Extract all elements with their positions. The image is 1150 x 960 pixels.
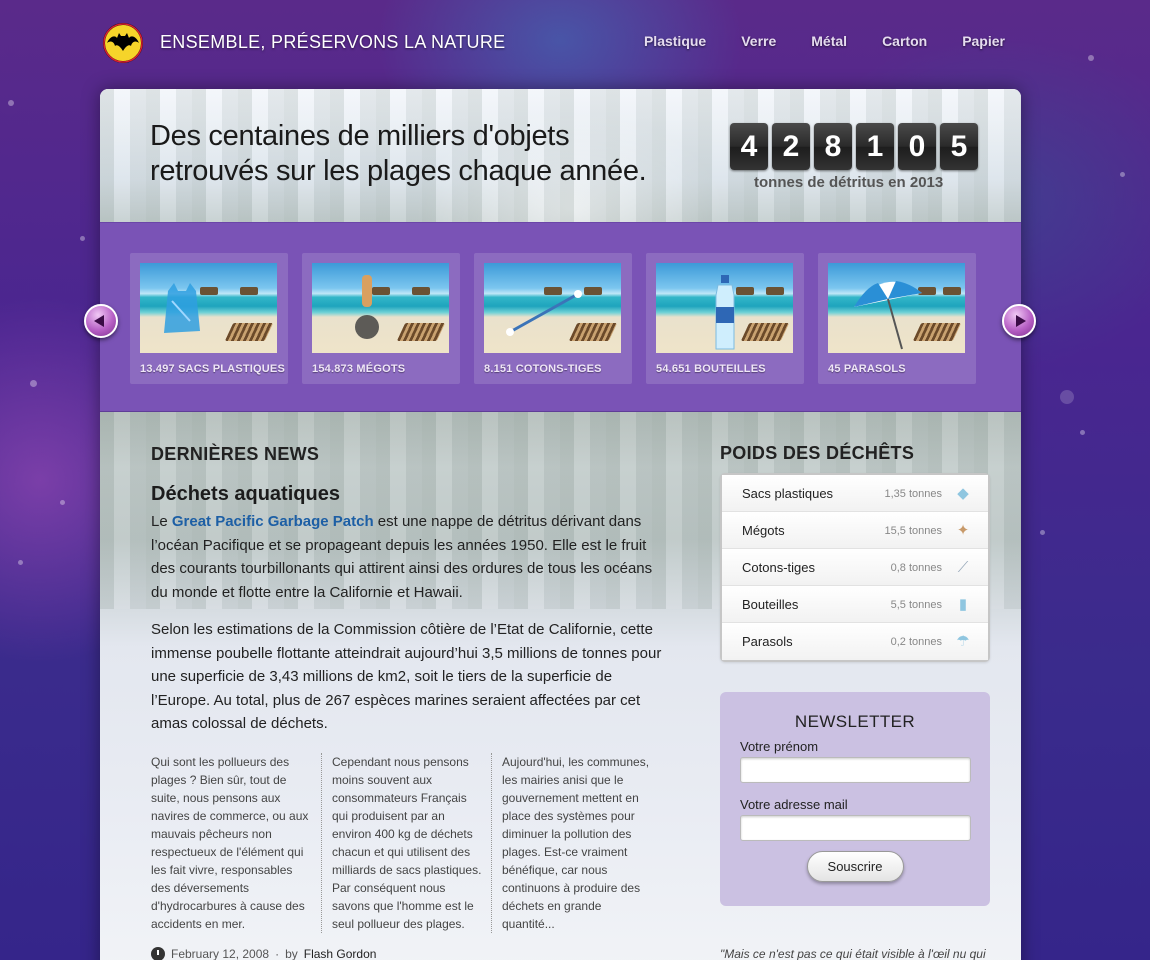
carousel-caption: 154.873 MÉGOTS — [312, 363, 406, 375]
weight-value: 5,5 tonnes — [890, 599, 942, 611]
weight-label: Cotons-tiges — [742, 560, 815, 575]
weight-value: 0,8 tonnes — [890, 562, 942, 574]
sidebar: POIDS DES DÉCHÊTS Sacs plastiques 1,35 t… — [720, 443, 990, 960]
beach-cotton-swab-image — [484, 263, 621, 353]
beach-cigarette-image — [312, 263, 449, 353]
carousel-caption: 54.651 BOUTEILLES — [656, 363, 766, 375]
newsletter-title: NEWSLETTER — [794, 712, 916, 731]
weight-value: 15,5 tonnes — [884, 525, 943, 537]
article-by: by — [285, 946, 298, 960]
weight-row-cotons-tiges[interactable]: Cotons-tiges 0,8 tonnes ⟋ — [722, 549, 988, 586]
weight-label: Bouteilles — [742, 597, 799, 612]
cotton-swab-icon: ⟋ — [957, 559, 969, 576]
nav-verre[interactable]: Verre — [741, 33, 776, 49]
waste-counter: 4 2 8 1 0 5 — [730, 123, 978, 170]
counter-digit: 5 — [940, 123, 978, 170]
article-column-1: Qui sont les pollueurs des plages ? Bien… — [151, 754, 309, 931]
beach-plastic-bag-image — [140, 263, 277, 353]
carousel-caption: 45 PARASOLS — [828, 363, 906, 375]
counter-digit: 4 — [730, 123, 768, 170]
counter-digit: 1 — [856, 123, 894, 170]
site-title[interactable]: ENSEMBLE, PRÉSERVONS LA NATURE — [160, 32, 505, 53]
article-meta: February 12, 2008 · by Flash Gordon — [151, 946, 671, 960]
counter-label: tonnes de détritus en 2013 — [754, 174, 944, 191]
carousel-caption: 8.151 COTONS-TIGES — [484, 363, 602, 375]
umbrella-icon: ☂ — [956, 633, 970, 650]
weights-title: POIDS DES DÉCHÊTS — [720, 443, 915, 463]
carousel-caption: 13.497 SACS PLASTIQUES — [140, 363, 286, 375]
weight-row-megots[interactable]: Mégots 15,5 tonnes ✦ — [722, 512, 988, 549]
article-column-3: Aujourd'hui, les communes, les mairies a… — [491, 752, 661, 933]
sidebar-quote: "Mais ce n'est pas ce qui était visible … — [720, 947, 986, 960]
counter-digit: 0 — [898, 123, 936, 170]
hero-headline: Des centaines de milliers d'objets retro… — [150, 119, 647, 189]
news-section: DERNIÈRES NEWS Déchets aquatiques Le Gre… — [151, 444, 671, 960]
carousel-item-cotons-tiges[interactable]: 8.151 COTONS-TIGES — [474, 253, 632, 384]
paragraph-text: Le — [151, 513, 172, 530]
weight-label: Mégots — [742, 523, 785, 538]
weights-list: Sacs plastiques 1,35 tonnes ◆ Mégots 15,… — [720, 473, 990, 662]
carousel-prev-button[interactable] — [84, 304, 118, 338]
carousel-item-sacs-plastiques[interactable]: 13.497 SACS PLASTIQUES — [130, 253, 288, 384]
newsletter-box: NEWSLETTER Votre prénom Votre adresse ma… — [720, 692, 990, 906]
beach-bottle-image — [656, 263, 793, 353]
cigarette-icon: ✦ — [956, 522, 970, 539]
weight-value: 0,2 tonnes — [890, 636, 942, 648]
carousel-next-button[interactable] — [1002, 304, 1036, 338]
bag-icon: ◆ — [957, 485, 969, 502]
article-column-2: Cependant nous pensons moins souvent aux… — [321, 752, 491, 933]
nav-plastique[interactable]: Plastique — [644, 33, 706, 49]
great-pacific-link[interactable]: Great Pacific Garbage Patch — [172, 513, 374, 530]
first-name-field[interactable] — [740, 757, 971, 783]
hero-headline-line2: retrouvés sur les plages chaque année. — [150, 155, 647, 187]
carousel-item-parasols[interactable]: 45 PARASOLS — [818, 253, 976, 384]
weight-label: Parasols — [742, 634, 793, 649]
weight-row-sacs-plastiques[interactable]: Sacs plastiques 1,35 tonnes ◆ — [722, 475, 988, 512]
meta-separator: · — [275, 946, 280, 960]
email-field[interactable] — [740, 815, 971, 841]
news-section-title: DERNIÈRES NEWS — [151, 444, 320, 464]
carousel-item-megots[interactable]: 154.873 MÉGOTS — [302, 253, 460, 384]
nav-metal[interactable]: Métal — [811, 33, 847, 49]
article-columns: Qui sont les pollueurs des plages ? Bien… — [151, 752, 671, 933]
carousel: 13.497 SACS PLASTIQUES 154.873 MÉGOTS 8.… — [100, 222, 1021, 412]
weight-value: 1,35 tonnes — [884, 488, 943, 500]
hero-headline-line1: Des centaines de milliers d'objets — [150, 120, 570, 152]
subscribe-button[interactable]: Souscrire — [806, 851, 904, 882]
nav-papier[interactable]: Papier — [962, 33, 1005, 49]
article-title[interactable]: Déchets aquatiques — [151, 483, 671, 506]
nav-carton[interactable]: Carton — [882, 33, 927, 49]
main-nav: Plastique Verre Métal Carton Papier — [644, 33, 1005, 49]
article-paragraph-2: Selon les estimations de la Commission c… — [151, 621, 662, 732]
weight-row-bouteilles[interactable]: Bouteilles 5,5 tonnes ▮ — [722, 586, 988, 623]
weight-row-parasols[interactable]: Parasols 0,2 tonnes ☂ — [722, 623, 988, 660]
main-card: Des centaines de milliers d'objets retro… — [100, 89, 1021, 960]
counter-digit: 8 — [814, 123, 852, 170]
email-label: Votre adresse mail — [740, 797, 848, 812]
hero: Des centaines de milliers d'objets retro… — [100, 89, 1021, 222]
beach-umbrella-image — [828, 263, 965, 353]
batman-logo-icon[interactable] — [102, 22, 144, 64]
counter-digit: 2 — [772, 123, 810, 170]
weight-label: Sacs plastiques — [742, 486, 834, 501]
article-date: February 12, 2008 — [171, 946, 270, 960]
first-name-label: Votre prénom — [740, 739, 819, 754]
clock-icon — [151, 946, 165, 960]
carousel-item-bouteilles[interactable]: 54.651 BOUTEILLES — [646, 253, 804, 384]
site-header: ENSEMBLE, PRÉSERVONS LA NATURE Plastique… — [100, 18, 1020, 68]
bottle-icon: ▮ — [958, 596, 968, 613]
article-author[interactable]: Flash Gordon — [304, 947, 377, 960]
article-paragraph-1: Le Great Pacific Garbage Patch est une n… — [151, 510, 671, 604]
